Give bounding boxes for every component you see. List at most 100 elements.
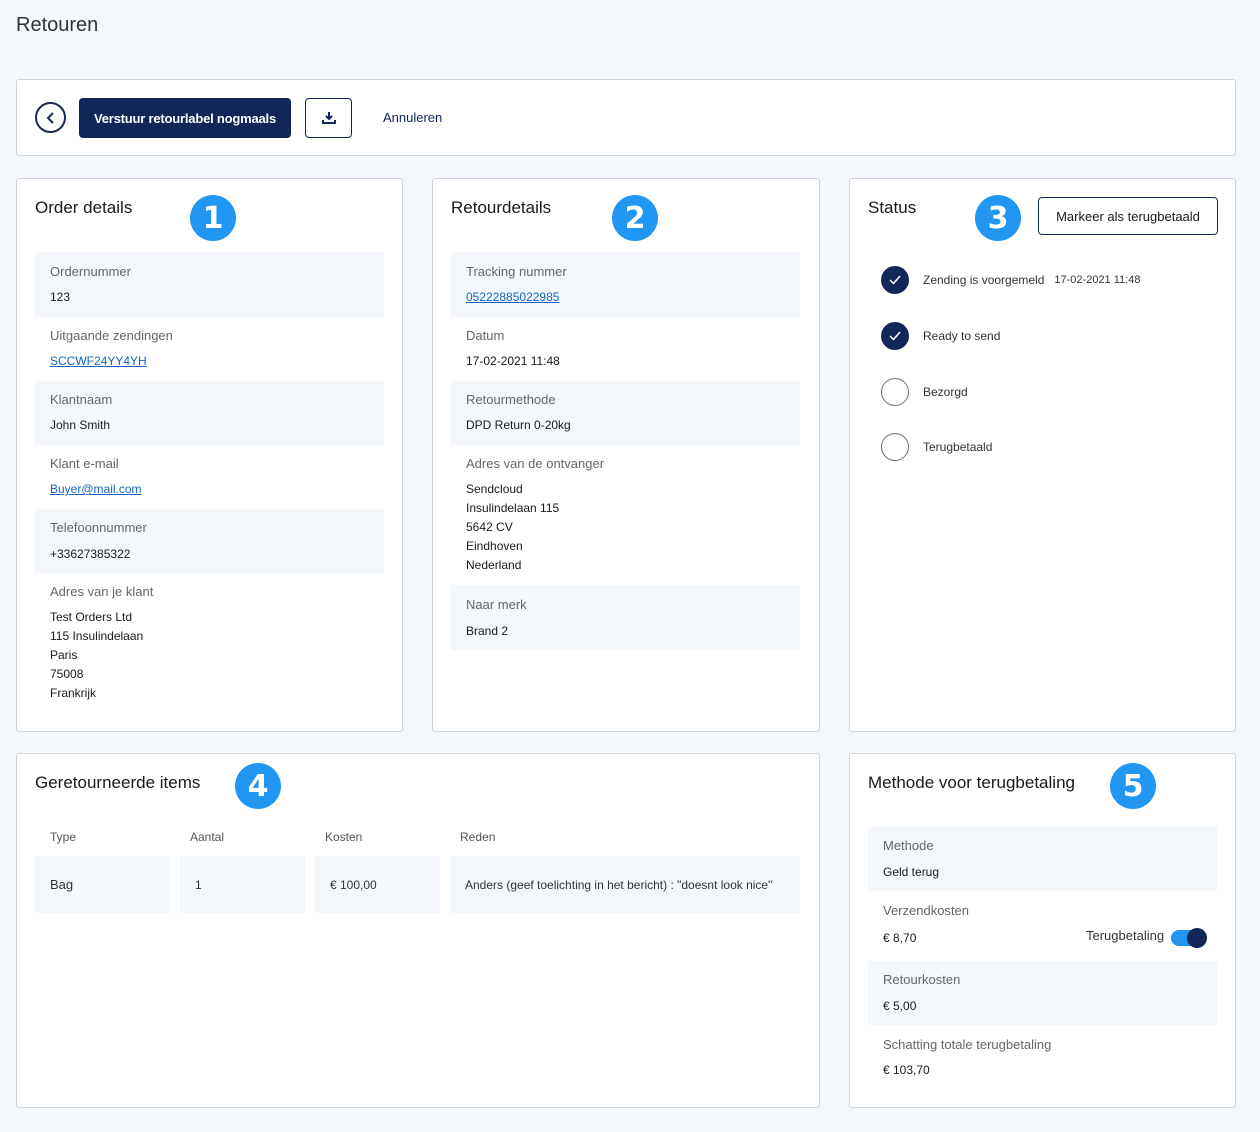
column-header-reason: Reden [460,830,496,844]
field-total-refund: Schatting totale terugbetaling € 103,70 [868,1025,1217,1089]
status-title: Status [868,198,917,217]
returned-items-title: Geretourneerde items [35,773,201,792]
status-check [881,322,909,350]
field-value: Brand 2 [466,624,509,638]
field-label: Ordernummer [50,264,131,279]
customer-email-link[interactable]: Buyer@mail.com [50,480,142,499]
resend-return-label-button[interactable]: Verstuur retourlabel nogmaals [79,98,291,138]
field-label: Telefoonnummer [50,520,147,535]
section-badge-2: 2 [612,195,658,241]
field-customer-address: Adres van je klant Test Orders Ltd 115 I… [35,573,384,713]
field-label: Schatting totale terugbetaling [883,1037,1052,1052]
column-header-type: Type [50,830,77,844]
chevron-left-icon [46,111,54,124]
action-toolbar: Verstuur retourlabel nogmaals Annuleren [16,79,1236,156]
refund-toggle[interactable] [1171,928,1207,948]
outgoing-shipment-link[interactable]: SCCWF24YY4YH [50,352,147,371]
status-empty-circle [881,433,909,461]
field-order-number: Ordernummer 123 [35,252,384,317]
field-value: € 103,70 [883,1063,930,1077]
status-step-label: Bezorgd [923,385,968,399]
address-line: 115 Insulindelaan [50,629,144,643]
field-value: +33627385322 [50,547,131,561]
field-date: Datum 17-02-2021 11:48 [451,317,800,381]
field-shipping-costs: Verzendkosten € 8,70 Terugbetaling [868,891,1217,961]
returned-items-card: Geretourneerde items 4 Type Aantal Koste… [16,753,820,1108]
download-icon [321,112,336,124]
field-phone: Telefoonnummer +33627385322 [35,509,384,573]
return-details-title: Retourdetails [451,198,552,217]
table-cell: € 100,00 [315,856,440,913]
cancel-link[interactable]: Annuleren [383,110,442,125]
status-step: Bezorgd [881,378,968,406]
tracking-number-link[interactable]: 05222885022985 [466,288,559,307]
column-header-cost: Kosten [325,830,363,844]
column-header-quantity: Aantal [190,830,225,844]
field-label: Datum [466,328,505,343]
back-button[interactable] [35,102,66,133]
refund-method-card: Methode voor terugbetaling 5 Methode Gel… [849,753,1236,1108]
field-value: € 8,70 [883,931,917,945]
field-label: Adres van de ontvanger [466,456,605,471]
address-line: Frankrijk [50,686,97,700]
field-label: Klantnaam [50,392,113,407]
order-details-title: Order details [35,198,133,217]
field-value: John Smith [50,418,111,432]
field-value: € 5,00 [883,999,917,1013]
field-value: Geld terug [883,865,940,879]
field-recipient-address: Adres van de ontvanger Sendcloud Insulin… [451,445,800,585]
status-step: Terugbetaald [881,433,992,461]
field-return-method: Retourmethode DPD Return 0-20kg [451,381,800,445]
address-line: Sendcloud [466,482,523,496]
field-value: 17-02-2021 11:48 [466,354,560,368]
address-line: Nederland [466,558,522,572]
status-step-label: Ready to send [923,329,1001,343]
order-details-card: Order details 1 Ordernummer 123 Uitgaand… [16,178,403,732]
address-line: Test Orders Ltd [50,610,133,624]
status-empty-circle [881,378,909,406]
field-label: Naar merk [466,597,527,612]
field-label: Retourmethode [466,392,556,407]
field-outgoing-shipments: Uitgaande zendingen SCCWF24YY4YH [35,317,384,381]
field-label: Klant e-mail [50,456,119,471]
field-value: DPD Return 0-20kg [466,418,571,432]
section-badge-5: 5 [1110,763,1156,809]
address-line: 75008 [50,667,84,681]
table-cell: Anders (geef toelichting in het bericht)… [450,856,800,913]
address-line: 5642 CV [466,520,513,534]
status-step-label: Terugbetaald [923,440,993,454]
field-brand: Naar merk Brand 2 [451,585,800,650]
table-cell: 1 [180,856,305,913]
field-tracking-number: Tracking nummer 05222885022985 [451,252,800,317]
status-step: Ready to send [881,322,1000,350]
field-customer-email: Klant e-mail Buyer@mail.com [35,445,384,509]
section-badge-1: 1 [190,195,236,241]
refund-toggle-label: Terugbetaling [1086,928,1165,943]
address-line: Insulindelaan 115 [466,501,560,515]
download-button[interactable] [305,98,352,138]
refund-method-title: Methode voor terugbetaling [868,773,1075,792]
section-badge-3: 3 [975,195,1021,241]
field-customer-name: Klantnaam John Smith [35,381,384,445]
status-step-label: Zending is voorgemeld [923,273,1045,287]
checkmark-icon [889,275,901,285]
field-label: Uitgaande zendingen [50,328,173,343]
table-cell: Bag [35,856,170,913]
address-line: Eindhoven [466,539,523,553]
status-card: Status 3 Markeer als terugbetaald Zendin… [849,178,1236,732]
field-label: Methode [883,838,934,853]
field-value: 123 [50,290,71,304]
section-badge-4: 4 [235,763,281,809]
status-step-date: 17-02-2021 11:48 [1054,274,1141,286]
page-title: Retouren [16,14,99,36]
field-refund-method: Methode Geld terug [868,827,1217,891]
field-label: Verzendkosten [883,903,970,918]
status-step: Zending is voorgemeld 17-02-2021 11:48 [881,266,1140,294]
field-label: Adres van je klant [50,584,154,599]
return-details-card: Retourdetails 2 Tracking nummer 05222885… [432,178,820,732]
address-line: Paris [50,648,78,662]
field-return-costs: Retourkosten € 5,00 [868,961,1217,1025]
toggle-knob [1187,928,1207,948]
checkmark-icon [889,331,901,341]
mark-as-refunded-button[interactable]: Markeer als terugbetaald [1038,197,1218,235]
